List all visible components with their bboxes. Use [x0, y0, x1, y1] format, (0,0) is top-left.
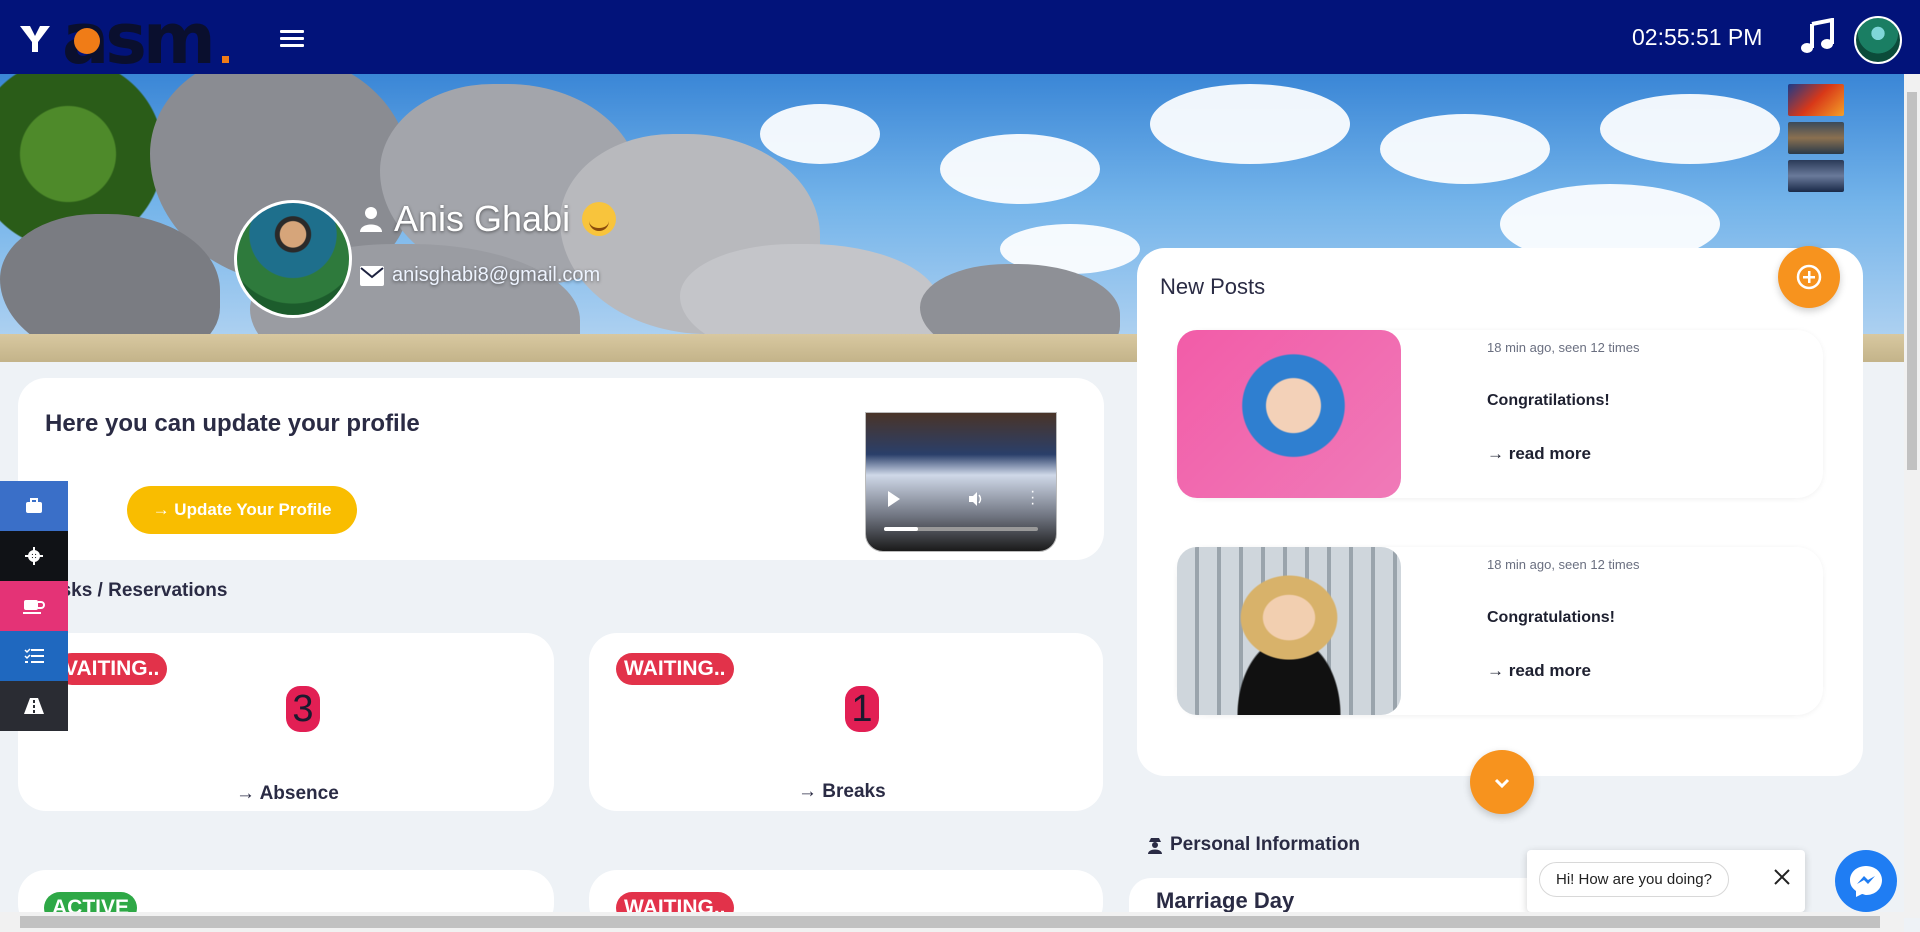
dock-item-road[interactable] — [0, 681, 68, 731]
personal-info-label: Personal Information — [1170, 834, 1361, 855]
dock-item-breaks[interactable] — [0, 581, 68, 631]
envelope-icon — [360, 265, 384, 286]
side-dock — [0, 481, 68, 731]
new-posts-card: New Posts 18 min ago, seen 12 times Cong… — [1137, 248, 1863, 776]
update-profile-button[interactable]: → Update Your Profile — [127, 486, 357, 534]
tasks-section-title: asks / Reservations — [50, 580, 228, 601]
post-image[interactable] — [1177, 330, 1401, 498]
music-icon[interactable] — [1798, 18, 1836, 56]
scrollbar-thumb[interactable] — [20, 916, 1880, 928]
clock: 02:55:51 PM — [1632, 24, 1763, 50]
post-meta: 18 min ago, seen 12 times — [1487, 557, 1640, 572]
briefcase-icon — [26, 498, 42, 513]
profile-name-text: Anis Ghabi — [394, 198, 571, 239]
plus-circle-icon — [1796, 264, 1822, 290]
road-icon — [24, 698, 44, 714]
profile-avatar[interactable] — [234, 200, 352, 318]
read-more-link[interactable]: → read more — [1487, 444, 1591, 464]
cover-thumbnails — [1788, 84, 1844, 198]
cover-thumbnail[interactable] — [1788, 160, 1844, 192]
new-posts-title: New Posts — [1160, 274, 1266, 299]
logo[interactable]: asm — [16, 0, 236, 80]
status-badge: VAITING.. — [56, 653, 168, 685]
logo-mark-icon — [20, 26, 50, 52]
marriage-day-title: Marriage Day — [1156, 888, 1295, 913]
user-avatar[interactable] — [1854, 16, 1902, 64]
tutorial-video[interactable]: · · · — [865, 412, 1057, 552]
task-card-breaks[interactable]: WAITING.. 1 → Breaks — [589, 633, 1103, 811]
read-more-link[interactable]: → read more — [1487, 661, 1591, 681]
logo-dot — [74, 28, 100, 54]
coffee-icon — [23, 600, 45, 614]
user-icon — [360, 207, 382, 232]
chevron-down-icon — [1494, 778, 1510, 789]
chat-greeting-popup[interactable]: Hi! How are you doing? — [1527, 850, 1805, 912]
logo-square — [222, 56, 229, 63]
play-icon[interactable] — [888, 491, 900, 507]
profile-email-text: anisghabi8@gmail.com — [392, 264, 601, 286]
profile-email: anisghabi8@gmail.com — [360, 264, 600, 287]
messenger-icon — [1850, 866, 1882, 897]
add-post-button[interactable] — [1778, 246, 1840, 308]
vertical-scrollbar[interactable] — [1904, 74, 1920, 918]
post-meta: 18 min ago, seen 12 times — [1487, 340, 1640, 355]
scrollbar-thumb[interactable] — [1907, 92, 1917, 470]
smile-emoji-icon — [582, 202, 617, 236]
profile-name: Anis Ghabi — [360, 198, 617, 240]
horizontal-scrollbar[interactable] — [0, 912, 1904, 932]
count-badge: 1 — [845, 686, 879, 732]
cover-thumbnail[interactable] — [1788, 84, 1844, 116]
top-bar: asm 02:55:51 PM — [0, 0, 1920, 80]
count-badge: 3 — [286, 686, 320, 732]
task-card-absence[interactable]: VAITING.. 3 → Absence — [18, 633, 554, 811]
absence-link[interactable]: → Absence — [236, 783, 339, 805]
scroll-down-button[interactable] — [1470, 750, 1534, 814]
dock-item-tasks[interactable] — [0, 631, 68, 681]
more-options-icon[interactable]: · · · — [1030, 484, 1035, 512]
dock-item-briefcase[interactable] — [0, 481, 68, 531]
cover-thumbnail[interactable] — [1788, 122, 1844, 154]
post-image[interactable] — [1177, 547, 1401, 715]
chat-greeting[interactable]: Hi! How are you doing? — [1539, 862, 1729, 897]
video-progress[interactable] — [884, 527, 1038, 531]
volume-icon[interactable] — [968, 491, 984, 507]
post-title: Congratilations! — [1487, 392, 1610, 409]
status-badge: WAITING.. — [616, 653, 734, 685]
post-item[interactable]: 18 min ago, seen 12 times Congratulation… — [1177, 547, 1823, 715]
menu-icon[interactable] — [280, 30, 304, 48]
post-title: Congratulations! — [1487, 609, 1615, 626]
update-profile-card: Here you can update your profile → Updat… — [18, 378, 1104, 560]
gear-icon — [25, 547, 43, 565]
close-icon[interactable] — [1771, 866, 1793, 888]
task-list-icon — [24, 648, 44, 663]
update-profile-title: Here you can update your profile — [45, 410, 420, 437]
breaks-link[interactable]: → Breaks — [798, 781, 886, 803]
personal-info-title: Personal Information — [1146, 834, 1360, 856]
user-secret-icon — [1148, 838, 1162, 854]
post-item[interactable]: 18 min ago, seen 12 times Congratilation… — [1177, 330, 1823, 498]
messenger-button[interactable] — [1835, 850, 1897, 912]
dock-item-settings[interactable] — [0, 531, 68, 581]
